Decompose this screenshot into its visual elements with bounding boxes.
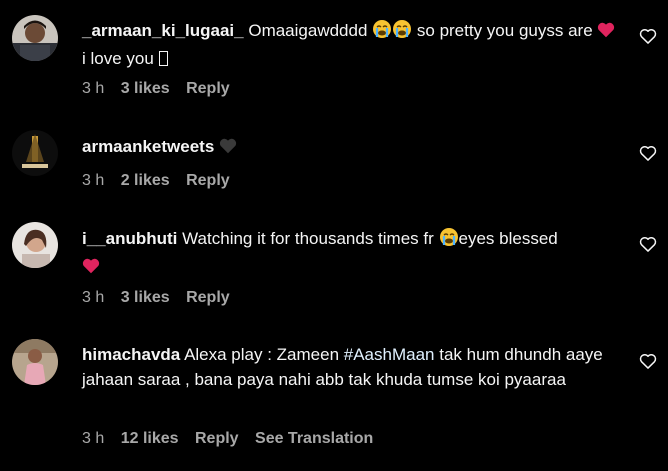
avatar[interactable] xyxy=(12,339,58,385)
comment-time: 3 h xyxy=(82,80,105,97)
reply-button[interactable]: Reply xyxy=(186,172,230,189)
avatar[interactable] xyxy=(12,15,58,61)
comment-meta: 3 h 2 likes Reply xyxy=(82,172,242,190)
avatar[interactable] xyxy=(12,130,58,176)
crying-emoji-icon xyxy=(392,19,412,46)
comment-body: _armaan_ki_lugaai_ Omaaigawdddd so prett… xyxy=(82,18,622,71)
comment-time: 3 h xyxy=(82,172,105,189)
comment-username[interactable]: _armaan_ki_lugaai_ xyxy=(82,21,244,40)
comment-body: himachavda Alexa play : Zameen #AashMaan… xyxy=(82,342,622,392)
comment-text: i love you xyxy=(82,49,154,68)
reply-button[interactable]: Reply xyxy=(186,289,230,306)
black-heart-emoji-icon xyxy=(219,137,237,162)
comment-username[interactable]: armaanketweets xyxy=(82,137,214,156)
comment-meta: 3 h 3 likes Reply xyxy=(82,289,242,307)
reply-button[interactable]: Reply xyxy=(186,80,230,97)
comment-text: eyes blessed xyxy=(458,229,558,248)
comment-username[interactable]: i__anubhuti xyxy=(82,229,177,248)
like-heart-icon[interactable] xyxy=(638,351,658,371)
like-heart-icon[interactable] xyxy=(638,234,658,254)
like-heart-icon[interactable] xyxy=(638,26,658,46)
hashtag-link[interactable]: #AashMaan xyxy=(344,345,435,364)
comment-likes[interactable]: 12 likes xyxy=(121,430,179,447)
comment-body: armaanketweets xyxy=(82,134,622,162)
comment-username[interactable]: himachavda xyxy=(82,345,180,364)
comment-time: 3 h xyxy=(82,430,105,447)
comment-likes[interactable]: 3 likes xyxy=(121,289,170,306)
comment-time: 3 h xyxy=(82,289,105,306)
comment-body: i__anubhuti Watching it for thousands ti… xyxy=(82,226,622,282)
comment-likes[interactable]: 3 likes xyxy=(121,80,170,97)
see-translation-button[interactable]: See Translation xyxy=(255,430,373,447)
comment-text: Watching it for thousands times fr xyxy=(182,229,434,248)
avatar[interactable] xyxy=(12,222,58,268)
comment-meta: 3 h 3 likes Reply xyxy=(82,80,242,98)
comment-likes[interactable]: 2 likes xyxy=(121,172,170,189)
red-heart-emoji-icon xyxy=(82,257,100,282)
crying-emoji-icon xyxy=(439,227,459,254)
tofu-glyph-icon xyxy=(158,51,168,66)
comment-text: Omaaigawdddd xyxy=(248,21,368,40)
crying-emoji-icon xyxy=(372,19,392,46)
red-heart-emoji-icon xyxy=(597,21,615,46)
comment-meta: 3 h 12 likes Reply See Translation xyxy=(82,430,385,448)
comment-text: Alexa play : Zameen xyxy=(184,345,340,364)
like-heart-icon[interactable] xyxy=(638,143,658,163)
reply-button[interactable]: Reply xyxy=(195,430,239,447)
comment-text: so pretty you guyss are xyxy=(416,21,593,40)
